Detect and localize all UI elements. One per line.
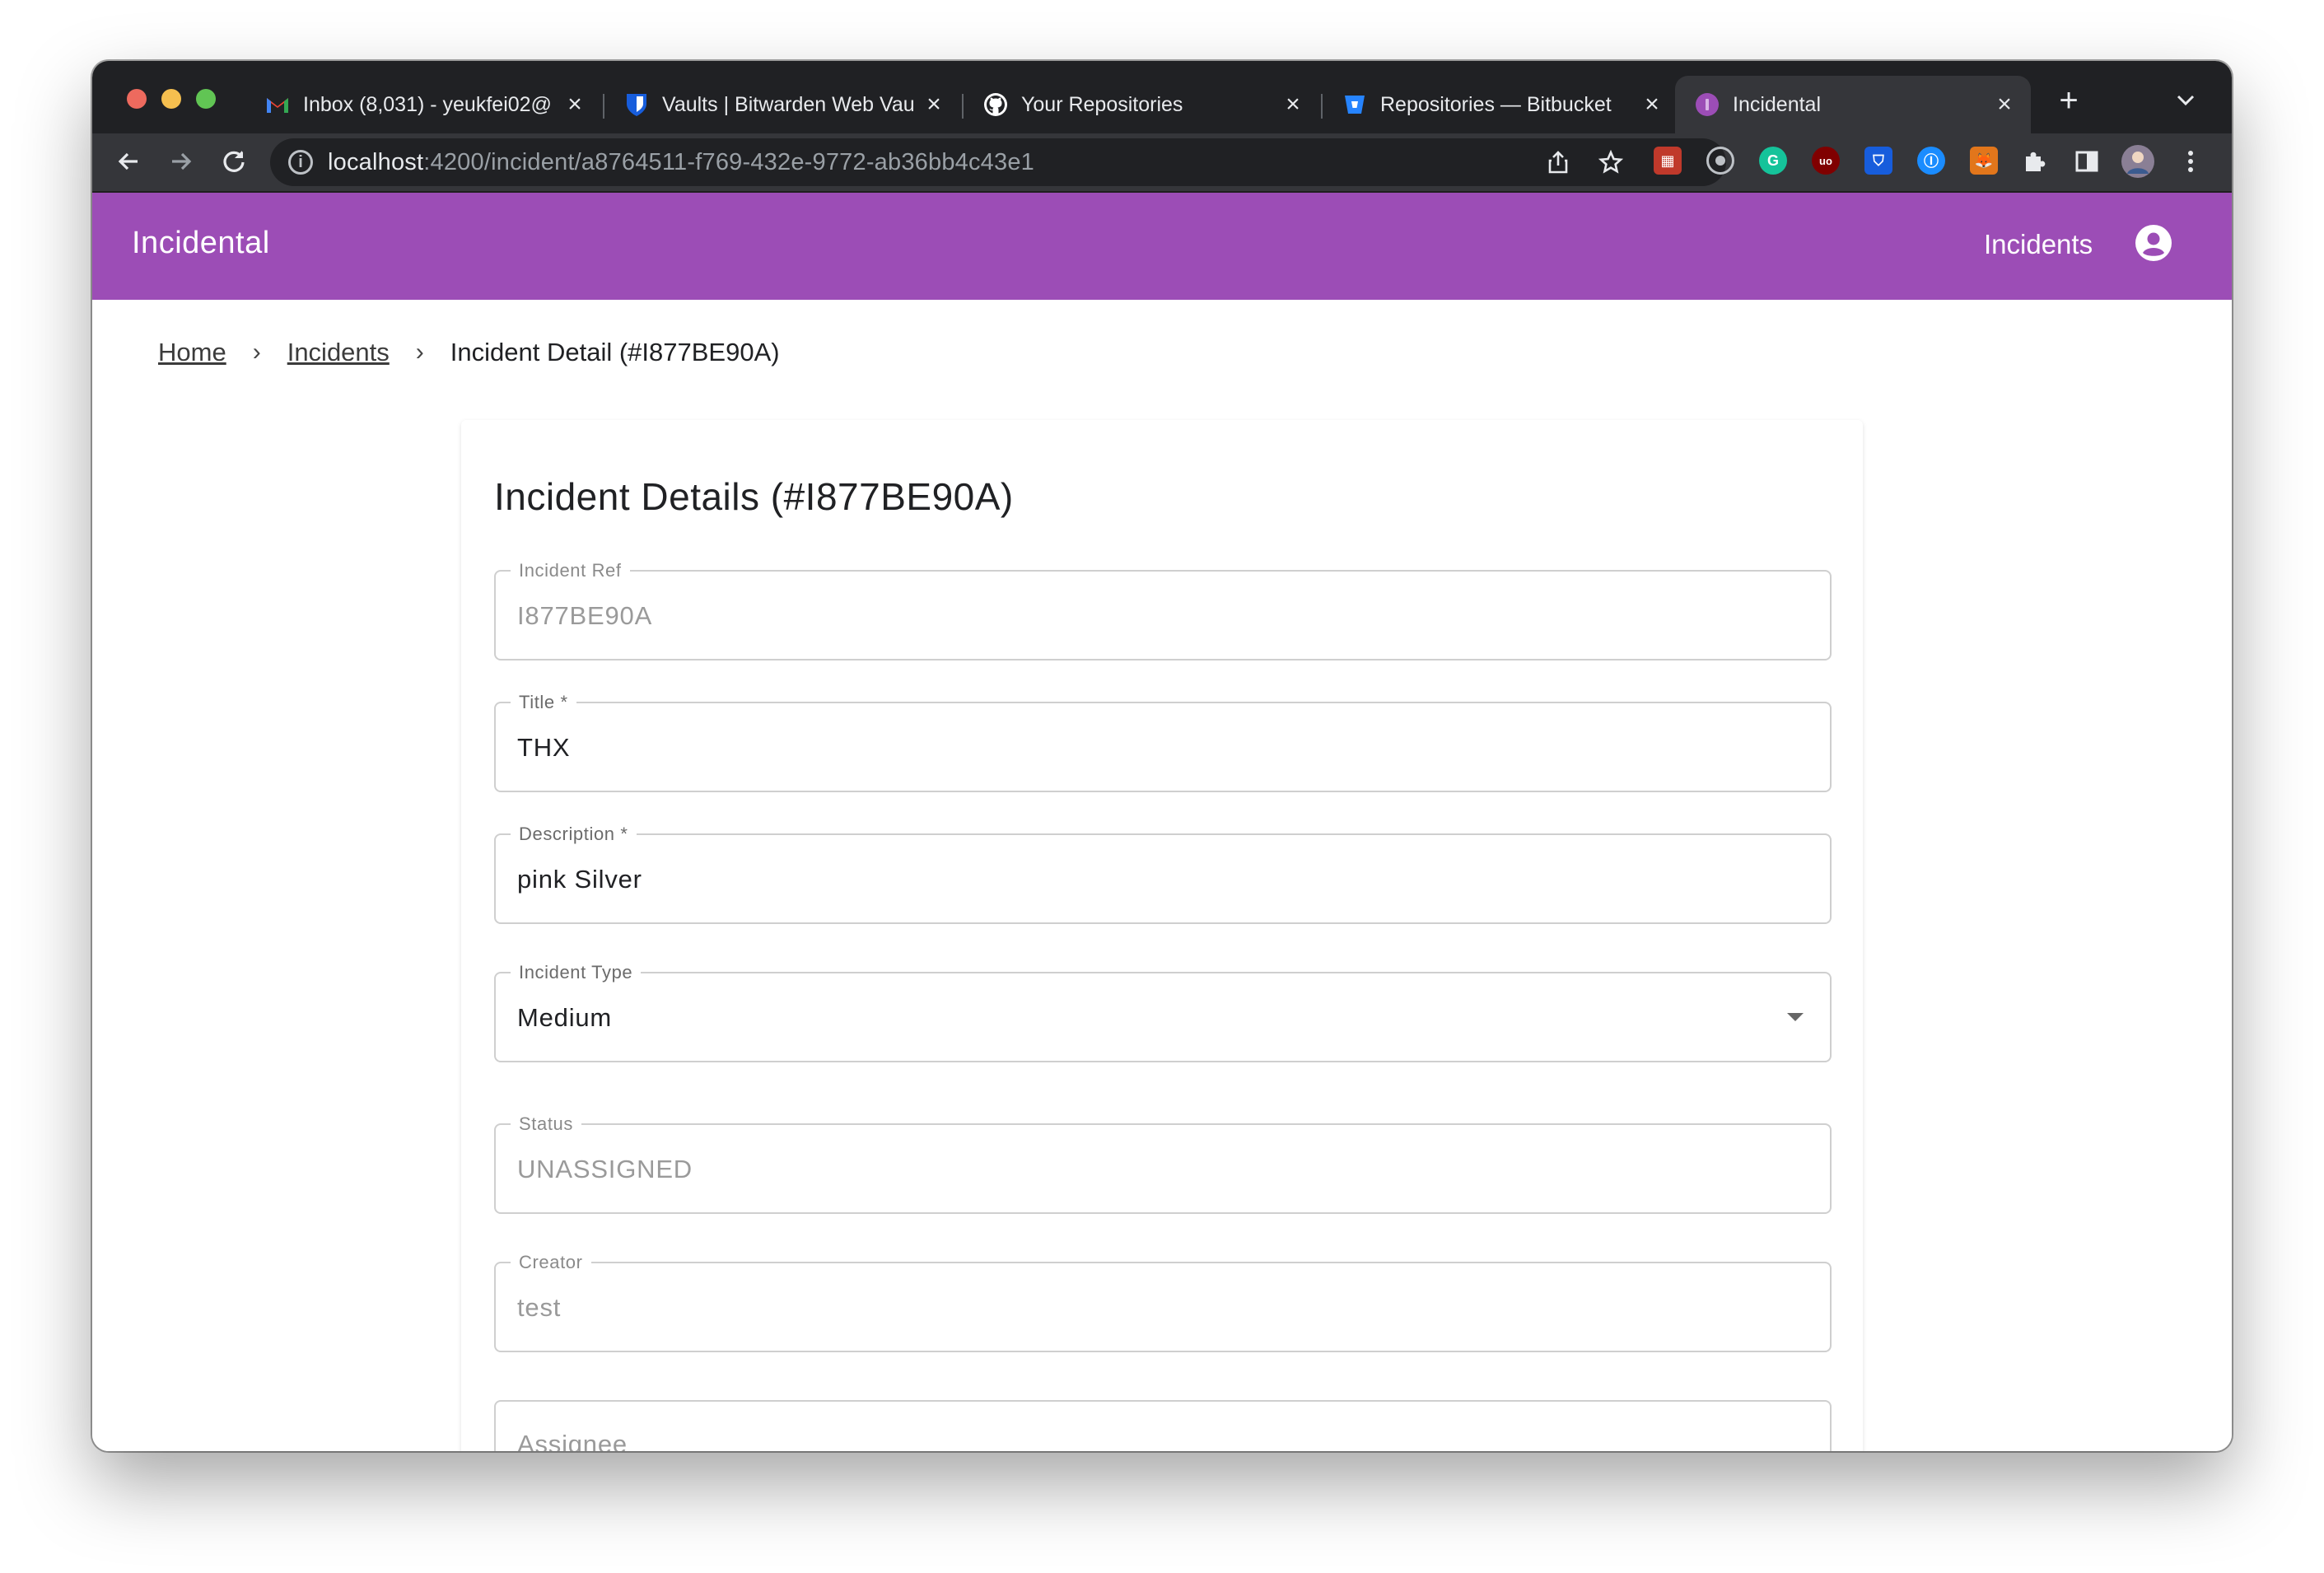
field-label: Incident Type bbox=[511, 962, 642, 983]
url-text[interactable]: localhost:4200/incident/a8764511-f769-43… bbox=[328, 149, 1034, 176]
tab-label: Incidental bbox=[1733, 92, 1822, 116]
close-window-button[interactable] bbox=[127, 89, 147, 109]
tab-search-chevron-icon[interactable] bbox=[2166, 81, 2205, 120]
address-bar[interactable]: i localhost:4200/incident/a8764511-f769-… bbox=[270, 138, 1726, 186]
account-circle-icon[interactable] bbox=[2135, 224, 2172, 262]
selected-value[interactable]: Medium bbox=[517, 1003, 612, 1033]
main-content: Home › Incidents › Incident Detail (#I87… bbox=[92, 300, 2232, 1451]
incident-type-select[interactable]: Incident Type Medium bbox=[494, 962, 1832, 1062]
title-field[interactable]: Title * THX bbox=[494, 692, 1832, 792]
browser-menu-icon[interactable] bbox=[2171, 142, 2210, 181]
close-tab-icon[interactable]: × bbox=[919, 91, 949, 119]
breadcrumb-current: Incident Detail (#I877BE90A) bbox=[450, 338, 780, 366]
tab-strip: Inbox (8,031) - yeukfei02@ × Vaults | Bi… bbox=[92, 61, 2232, 133]
field-label: Creator bbox=[511, 1252, 591, 1273]
browser-toolbar: i localhost:4200/incident/a8764511-f769-… bbox=[92, 133, 2232, 193]
maximize-window-button[interactable] bbox=[196, 89, 216, 109]
assignee-field[interactable]: Assignee bbox=[494, 1400, 1832, 1451]
dropdown-arrow-icon[interactable] bbox=[1787, 1013, 1804, 1021]
field-label: Incident Ref bbox=[511, 560, 630, 581]
tab-bitbucket[interactable]: Repositories — Bitbucket × bbox=[1323, 76, 1678, 133]
tab-incidental[interactable]: Incidental × bbox=[1675, 76, 2031, 133]
chevron-right-icon: › bbox=[252, 338, 261, 366]
close-tab-icon[interactable]: × bbox=[560, 91, 590, 119]
metamask-icon[interactable]: 🦊 bbox=[1970, 147, 1998, 175]
bitwarden-icon bbox=[624, 92, 649, 117]
back-button[interactable] bbox=[109, 142, 148, 181]
tab-label: Inbox (8,031) - yeukfei02@ bbox=[303, 92, 552, 116]
tab-github[interactable]: Your Repositories × bbox=[964, 76, 1319, 133]
chevron-right-icon: › bbox=[415, 338, 424, 366]
creator-field[interactable]: Creator test bbox=[494, 1252, 1832, 1352]
tab-gmail[interactable]: Inbox (8,031) - yeukfei02@ × bbox=[245, 76, 601, 133]
ublock-icon[interactable]: uo bbox=[1812, 147, 1840, 175]
breadcrumb: Home › Incidents › Incident Detail (#I87… bbox=[158, 338, 780, 367]
close-tab-icon[interactable]: × bbox=[1637, 91, 1667, 119]
incident-ref-field[interactable]: Incident Ref I877BE90A bbox=[494, 560, 1832, 660]
extension-red-icon[interactable]: ▦ bbox=[1654, 147, 1682, 175]
field-value: test bbox=[517, 1293, 562, 1322]
bitwarden-extension-icon[interactable]: ⛉ bbox=[1864, 147, 1892, 175]
github-icon bbox=[983, 92, 1008, 117]
field-placeholder: Assignee bbox=[517, 1430, 628, 1451]
forward-button[interactable] bbox=[161, 142, 201, 181]
page-title: Incident Details (#I877BE90A) bbox=[494, 475, 1014, 518]
profile-avatar[interactable] bbox=[2118, 142, 2158, 181]
field-value: UNASSIGNED bbox=[517, 1155, 693, 1183]
side-panel-icon[interactable] bbox=[2067, 142, 2107, 181]
tab-bitwarden[interactable]: Vaults | Bitwarden Web Vau × bbox=[604, 76, 960, 133]
tab-label: Repositories — Bitbucket bbox=[1380, 92, 1612, 116]
field-label: Description * bbox=[511, 824, 637, 845]
onepassword-icon[interactable]: Ⓘ bbox=[1917, 147, 1945, 175]
extension-target-icon[interactable] bbox=[1706, 147, 1734, 175]
app-header: Incidental Incidents bbox=[92, 193, 2232, 300]
close-tab-icon[interactable]: × bbox=[1990, 91, 2019, 119]
field-value[interactable]: pink Silver bbox=[517, 865, 642, 894]
site-info-icon[interactable]: i bbox=[288, 150, 313, 175]
bookmark-star-icon[interactable] bbox=[1591, 142, 1631, 182]
grammarly-icon[interactable]: G bbox=[1759, 147, 1787, 175]
nav-incidents-link[interactable]: Incidents bbox=[1984, 229, 2093, 260]
field-value[interactable]: THX bbox=[517, 733, 570, 763]
field-label: Status bbox=[511, 1113, 581, 1135]
incident-details-card: Incident Details (#I877BE90A) Incident R… bbox=[461, 420, 1863, 1451]
app-title[interactable]: Incidental bbox=[132, 226, 270, 261]
tab-label: Vaults | Bitwarden Web Vau bbox=[662, 92, 915, 116]
new-tab-button[interactable]: + bbox=[2049, 81, 2088, 120]
breadcrumb-home-link[interactable]: Home bbox=[158, 338, 226, 367]
extensions-puzzle-icon[interactable] bbox=[2014, 142, 2054, 181]
description-field[interactable]: Description * pink Silver bbox=[494, 824, 1832, 924]
minimize-window-button[interactable] bbox=[161, 89, 181, 109]
field-label: Title * bbox=[511, 692, 576, 713]
close-tab-icon[interactable]: × bbox=[1278, 91, 1308, 119]
breadcrumb-incidents-link[interactable]: Incidents bbox=[287, 338, 390, 367]
bitbucket-icon bbox=[1342, 92, 1367, 117]
incidental-icon bbox=[1695, 92, 1720, 117]
tab-label: Your Repositories bbox=[1021, 92, 1183, 116]
field-value: I877BE90A bbox=[517, 601, 653, 630]
status-field[interactable]: Status UNASSIGNED bbox=[494, 1113, 1832, 1214]
browser-window: Inbox (8,031) - yeukfei02@ × Vaults | Bi… bbox=[92, 61, 2232, 1451]
share-icon[interactable] bbox=[1538, 142, 1578, 182]
reload-button[interactable] bbox=[214, 142, 254, 181]
gmail-icon bbox=[265, 92, 290, 117]
